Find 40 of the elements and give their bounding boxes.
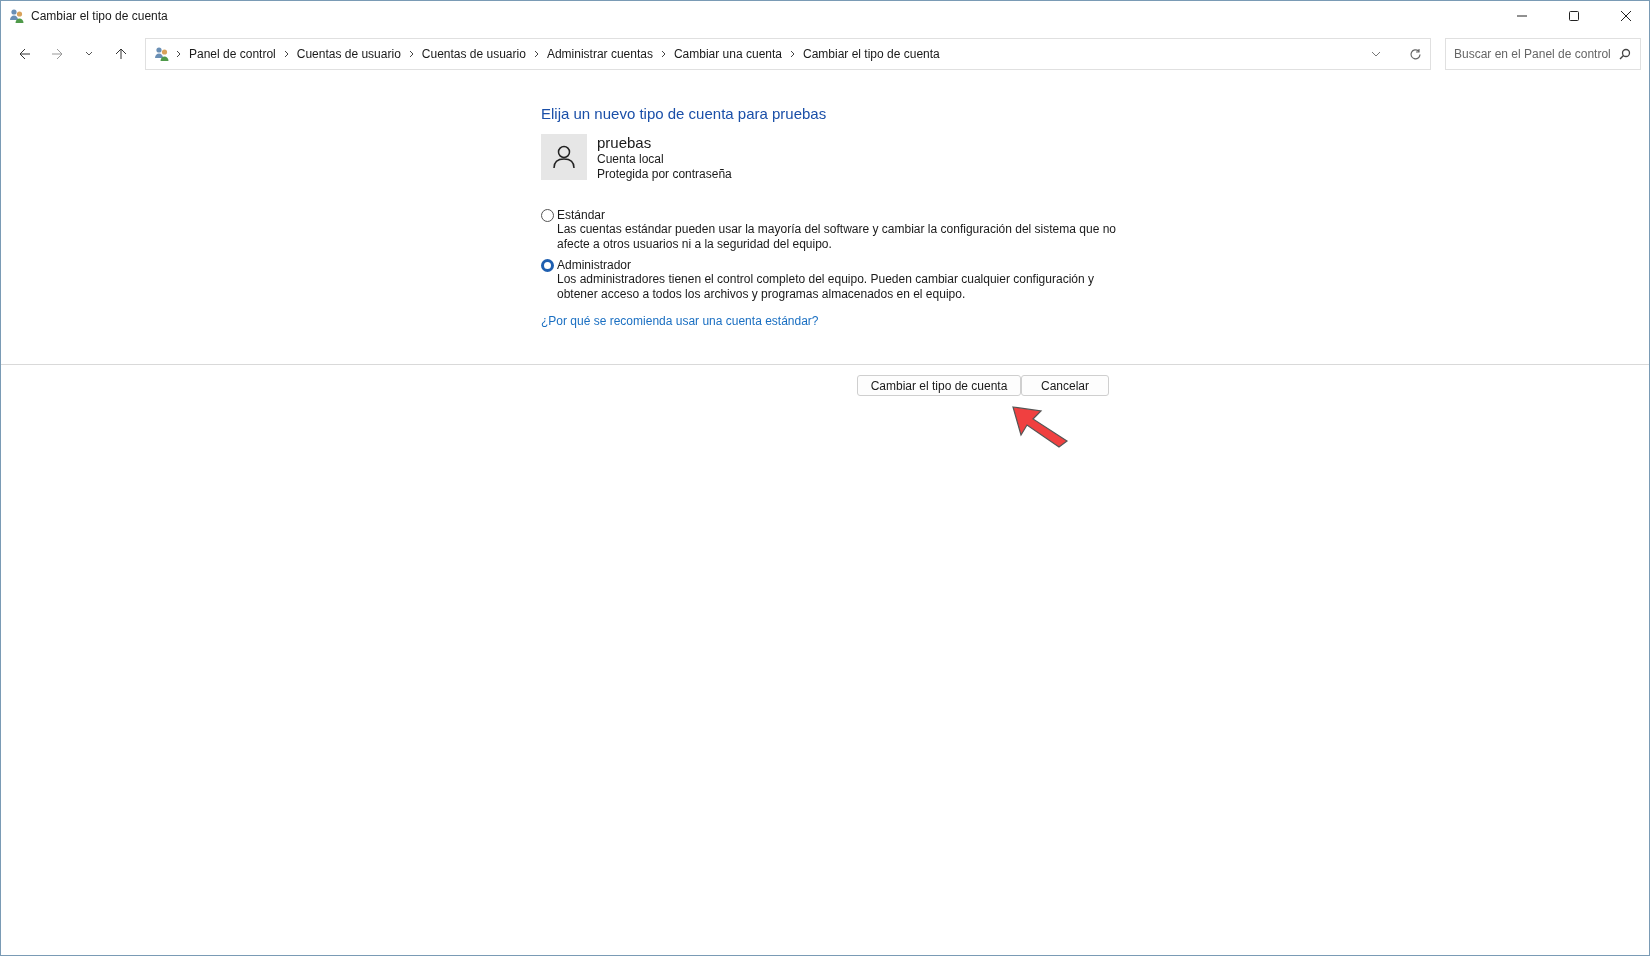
chevron-icon	[283, 50, 289, 58]
account-type: Cuenta local	[597, 152, 665, 167]
users-icon	[154, 46, 170, 62]
breadcrumb-item[interactable]: Panel de control	[187, 47, 278, 61]
account-name: pruebas	[597, 134, 653, 152]
address-bar[interactable]: Panel de control Cuentas de usuario Cuentas de usuario Administrar cuentas Cambiar una cuenta Cambiar el tipo de cuenta	[145, 38, 1431, 70]
forward-arrow-icon[interactable]	[51, 48, 63, 60]
breadcrumb-item[interactable]: Cambiar el tipo de cuenta	[801, 47, 942, 61]
users-icon	[9, 8, 25, 24]
option-label[interactable]: Estándar	[557, 208, 606, 222]
breadcrumb-item[interactable]: Cuentas de usuario	[419, 47, 528, 61]
option-label[interactable]: Administrador	[557, 258, 632, 272]
user-avatar	[541, 134, 587, 180]
dropdown-icon[interactable]	[1371, 51, 1381, 57]
breadcrumb-item[interactable]: Cambiar una cuenta	[671, 47, 784, 61]
chevron-icon	[533, 50, 539, 58]
radio-button[interactable]	[541, 208, 554, 222]
close-icon[interactable]	[1621, 11, 1631, 21]
chevron-icon	[176, 50, 181, 58]
confirm-button[interactable]: Cambiar el tipo de cuenta	[857, 375, 1021, 396]
option-description: Los administradores tienen el control completo del equipo. Pueden cambiar cualquier configuración y obtener acceso a todos los archivos y programas almacenados en el equipo.	[557, 272, 1095, 302]
cancel-button[interactable]: Cancelar	[1021, 375, 1109, 396]
back-arrow-icon[interactable]	[19, 48, 31, 60]
breadcrumb-item[interactable]: Cuentas de usuario	[294, 47, 403, 61]
search-field[interactable]: Buscar en el Panel de control	[1445, 38, 1641, 70]
refresh-icon[interactable]	[1409, 47, 1422, 61]
up-arrow-icon[interactable]	[115, 48, 127, 60]
help-link[interactable]: ¿Por qué se recomienda usar una cuenta estándar?	[541, 314, 819, 328]
chevron-icon	[660, 50, 666, 58]
search-icon[interactable]	[1619, 48, 1631, 60]
radio-button[interactable]	[541, 258, 554, 272]
chevron-down-icon[interactable]	[85, 51, 93, 57]
chevron-icon	[408, 50, 414, 58]
chevron-icon	[790, 50, 795, 58]
window-title: Cambiar el tipo de cuenta	[31, 9, 169, 23]
maximize-icon[interactable]	[1569, 11, 1579, 21]
page-heading: Elija un nuevo tipo de cuenta para pruebas	[541, 105, 828, 122]
option-description: Las cuentas estándar pueden usar la mayoría del software y cambiar la configuración del sistema que no afecte a otros usuarios ni a la seguridad del equipo.	[557, 222, 1117, 252]
account-protection: Protegida por contraseña	[597, 167, 732, 182]
breadcrumb-item[interactable]: Administrar cuentas	[544, 47, 655, 61]
